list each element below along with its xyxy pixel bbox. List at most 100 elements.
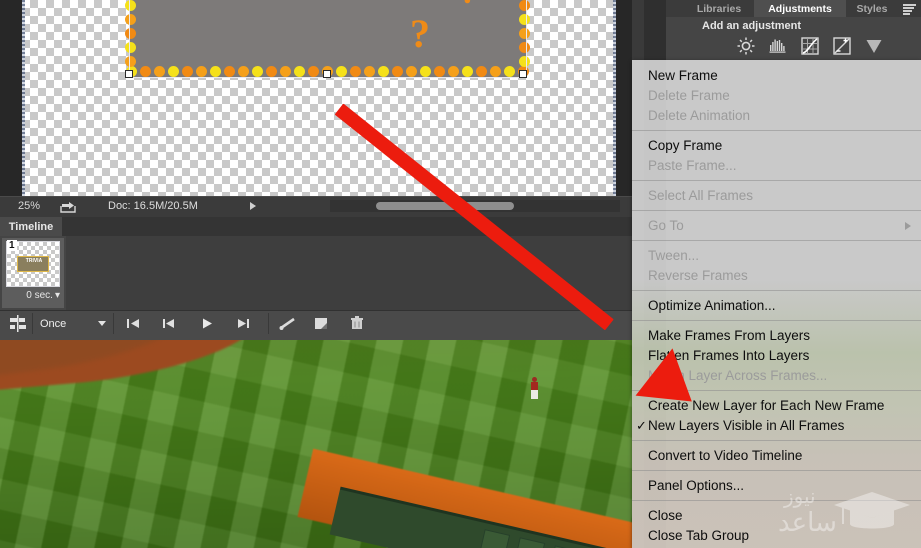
menu-item-paste-frame: Paste Frame... [632, 156, 921, 176]
exposure-icon[interactable] [832, 36, 852, 56]
next-frame-icon[interactable] [234, 315, 252, 332]
canvas-area[interactable]: TRIVIA ? ? ? [0, 0, 632, 196]
menu-item-label: Delete Animation [648, 108, 751, 123]
menu-item-make-frames-from-layers[interactable]: Make Frames From Layers [632, 326, 921, 346]
menu-separator [632, 470, 921, 471]
timeline-header: Timeline [0, 217, 632, 237]
menu-item-label: Tween... [648, 248, 700, 263]
frame-thumbnail-art: TRIVIA [17, 256, 49, 272]
tab-styles[interactable]: Styles [846, 0, 898, 17]
menu-separator [632, 130, 921, 131]
canvas-gutter-right [616, 0, 632, 196]
menu-item-label: Delete Frame [648, 88, 730, 103]
menu-item-label: Close [648, 508, 683, 523]
frame-number: 1 [7, 240, 17, 251]
previous-frame-icon[interactable] [160, 315, 178, 332]
menu-item-label: Optimize Animation... [648, 298, 776, 313]
panel-tabs: Libraries Adjustments Styles [666, 0, 921, 17]
menu-separator [632, 440, 921, 441]
document-info: Doc: 16.5M/20.5M [108, 200, 198, 212]
canvas-edge-left [22, 0, 25, 196]
timeline-context-menu[interactable]: New Frame Delete Frame Delete Animation Cop… [632, 60, 921, 548]
triangle-right-icon[interactable] [250, 202, 256, 210]
menu-item-convert-to-video-timeline[interactable]: Convert to Video Timeline [632, 446, 921, 466]
play-icon[interactable] [198, 315, 216, 332]
panel-menu-icon[interactable] [903, 4, 916, 15]
adjustments-heading: Add an adjustment [702, 19, 802, 32]
separator-2 [113, 313, 114, 334]
wall-panel [478, 529, 511, 548]
frame-delay[interactable]: 0 sec. ▾ [6, 290, 60, 301]
menu-item-delete-frame: Delete Frame [632, 86, 921, 106]
menu-item-label: Close Tab Group [648, 528, 750, 543]
menu-item-label: Make Frames From Layers [648, 328, 811, 343]
tab-timeline[interactable]: Timeline [0, 217, 62, 236]
menu-item-label: Panel Options... [648, 478, 745, 493]
trash-icon[interactable] [348, 315, 366, 332]
vibrance-icon[interactable] [864, 36, 884, 56]
tab-adjustments[interactable]: Adjustments [754, 0, 846, 17]
menu-item-label: Select All Frames [648, 188, 754, 203]
menu-item-label: Go To [648, 218, 684, 233]
selection-bounding-box[interactable] [129, 0, 527, 78]
separator-3 [268, 313, 269, 334]
menu-separator [632, 210, 921, 211]
submenu-arrow-icon [905, 222, 911, 230]
graduation-cap-icon [834, 492, 910, 529]
menu-item-delete-animation: Delete Animation [632, 106, 921, 126]
transform-handle-bottom-left[interactable] [125, 70, 133, 78]
menu-item-label: Reverse Frames [648, 268, 748, 283]
adjustments-heading-row: Add an adjustment [666, 17, 921, 34]
menu-separator [632, 290, 921, 291]
transform-handle-bottom-right[interactable] [519, 70, 527, 78]
menu-item-label: New Frame [648, 68, 718, 83]
menu-separator [632, 180, 921, 181]
menu-item-select-all-frames: Select All Frames [632, 186, 921, 206]
tween-icon[interactable] [278, 315, 298, 332]
photo-top-strip [0, 335, 632, 340]
menu-item-tween: Tween... [632, 246, 921, 266]
menu-separator [632, 320, 921, 321]
menu-item-label: Convert to Video Timeline [648, 448, 803, 463]
levels-icon[interactable] [768, 36, 788, 56]
separator-1 [32, 313, 33, 334]
first-frame-icon[interactable] [124, 315, 142, 332]
chevron-down-icon[interactable]: ▾ [55, 290, 60, 301]
frame-align-icon[interactable] [8, 315, 28, 332]
watermark-line-2: ساعد [778, 508, 837, 538]
chevron-down-icon[interactable] [98, 321, 106, 326]
watermark: نیوز ساعد [778, 482, 918, 546]
menu-item-copy-frame[interactable]: Copy Frame [632, 136, 921, 156]
curves-icon[interactable] [800, 36, 820, 56]
frame-thumbnail-label: TRIVIA [25, 258, 43, 264]
tab-libraries[interactable]: Libraries [684, 0, 754, 17]
menu-item-label: Copy Frame [648, 138, 723, 153]
wall-panel [513, 537, 546, 548]
loop-option-value: Once [40, 317, 67, 330]
baseball-field-photo [0, 335, 632, 548]
loop-option-select[interactable]: Once [36, 315, 108, 332]
timeline-frame[interactable]: TRIVIA 1 0 sec. ▾ [2, 238, 64, 308]
photoshop-window: TRIVIA ? ? ? 25% Doc: 16.5M/20.5M [0, 0, 921, 548]
outfielder [530, 377, 539, 399]
menu-item-go-to: Go To [632, 216, 921, 236]
transform-handle-bottom-center[interactable] [323, 70, 331, 78]
duplicate-frame-icon[interactable] [312, 315, 332, 332]
menu-separator [632, 240, 921, 241]
zoom-level[interactable]: 25% [18, 200, 40, 212]
timeline-header-rest [62, 217, 632, 236]
menu-item-reverse-frames: Reverse Frames [632, 266, 921, 286]
watermark-line-1: نیوز [784, 484, 816, 508]
brightness-contrast-icon[interactable] [736, 36, 756, 56]
canvas-edge-right [613, 0, 616, 196]
timeline-controls: Once [0, 310, 632, 336]
menu-item-label: Paste Frame... [648, 158, 737, 173]
menu-item-optimize-animation[interactable]: Optimize Animation... [632, 296, 921, 316]
check-icon: ✓ [636, 418, 647, 433]
menu-item-label: New Layers Visible in All Frames [648, 418, 845, 433]
adjustment-icon-row [666, 34, 921, 60]
menu-item-new-frame[interactable]: New Frame [632, 66, 921, 86]
canvas-gutter-left [0, 0, 22, 196]
share-icon[interactable] [60, 200, 78, 214]
canvas-document[interactable]: TRIVIA ? ? ? [22, 0, 616, 196]
